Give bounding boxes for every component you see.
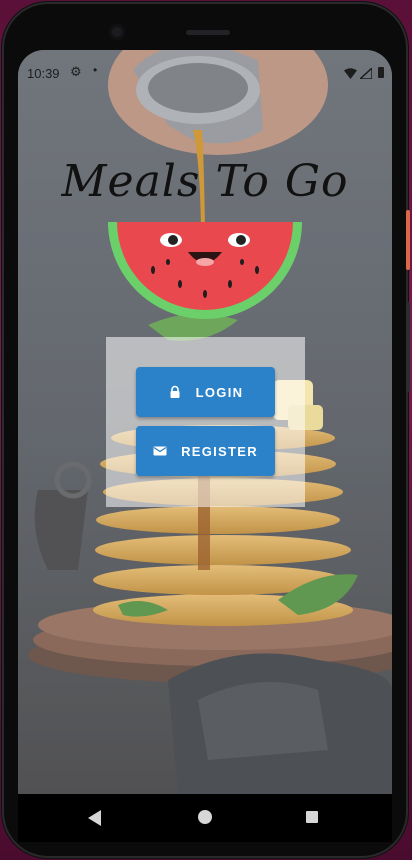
front-camera: [109, 24, 125, 40]
settings-icon: ⚙: [70, 64, 82, 79]
login-button[interactable]: LOGIN: [136, 367, 275, 417]
status-time: 10:39: [27, 66, 60, 81]
app-screen: 10:39 ⚙ • Meals To Go LOGIN REGISTER: [18, 50, 392, 794]
cellular-icon: [360, 68, 372, 79]
auth-panel: LOGIN REGISTER: [106, 337, 305, 507]
register-button-label: REGISTER: [181, 443, 258, 459]
notification-dot-icon: •: [93, 63, 98, 77]
earpiece-speaker: [186, 30, 230, 35]
wifi-icon: [344, 68, 357, 79]
power-button: [406, 210, 410, 270]
login-button-label: LOGIN: [195, 384, 244, 400]
watermelon-mascot-icon: [108, 222, 302, 319]
status-bar: 10:39 ⚙ •: [18, 50, 392, 94]
navigation-bar: [18, 794, 392, 842]
app-title: Meals To Go: [61, 156, 349, 207]
volume-button: [406, 302, 410, 392]
battery-icon: [378, 67, 384, 78]
recents-icon[interactable]: [306, 811, 318, 823]
back-icon[interactable]: [88, 810, 102, 826]
register-button[interactable]: REGISTER: [136, 426, 275, 476]
lock-icon: [170, 385, 180, 398]
email-icon: [153, 446, 167, 456]
home-icon[interactable]: [198, 810, 212, 824]
